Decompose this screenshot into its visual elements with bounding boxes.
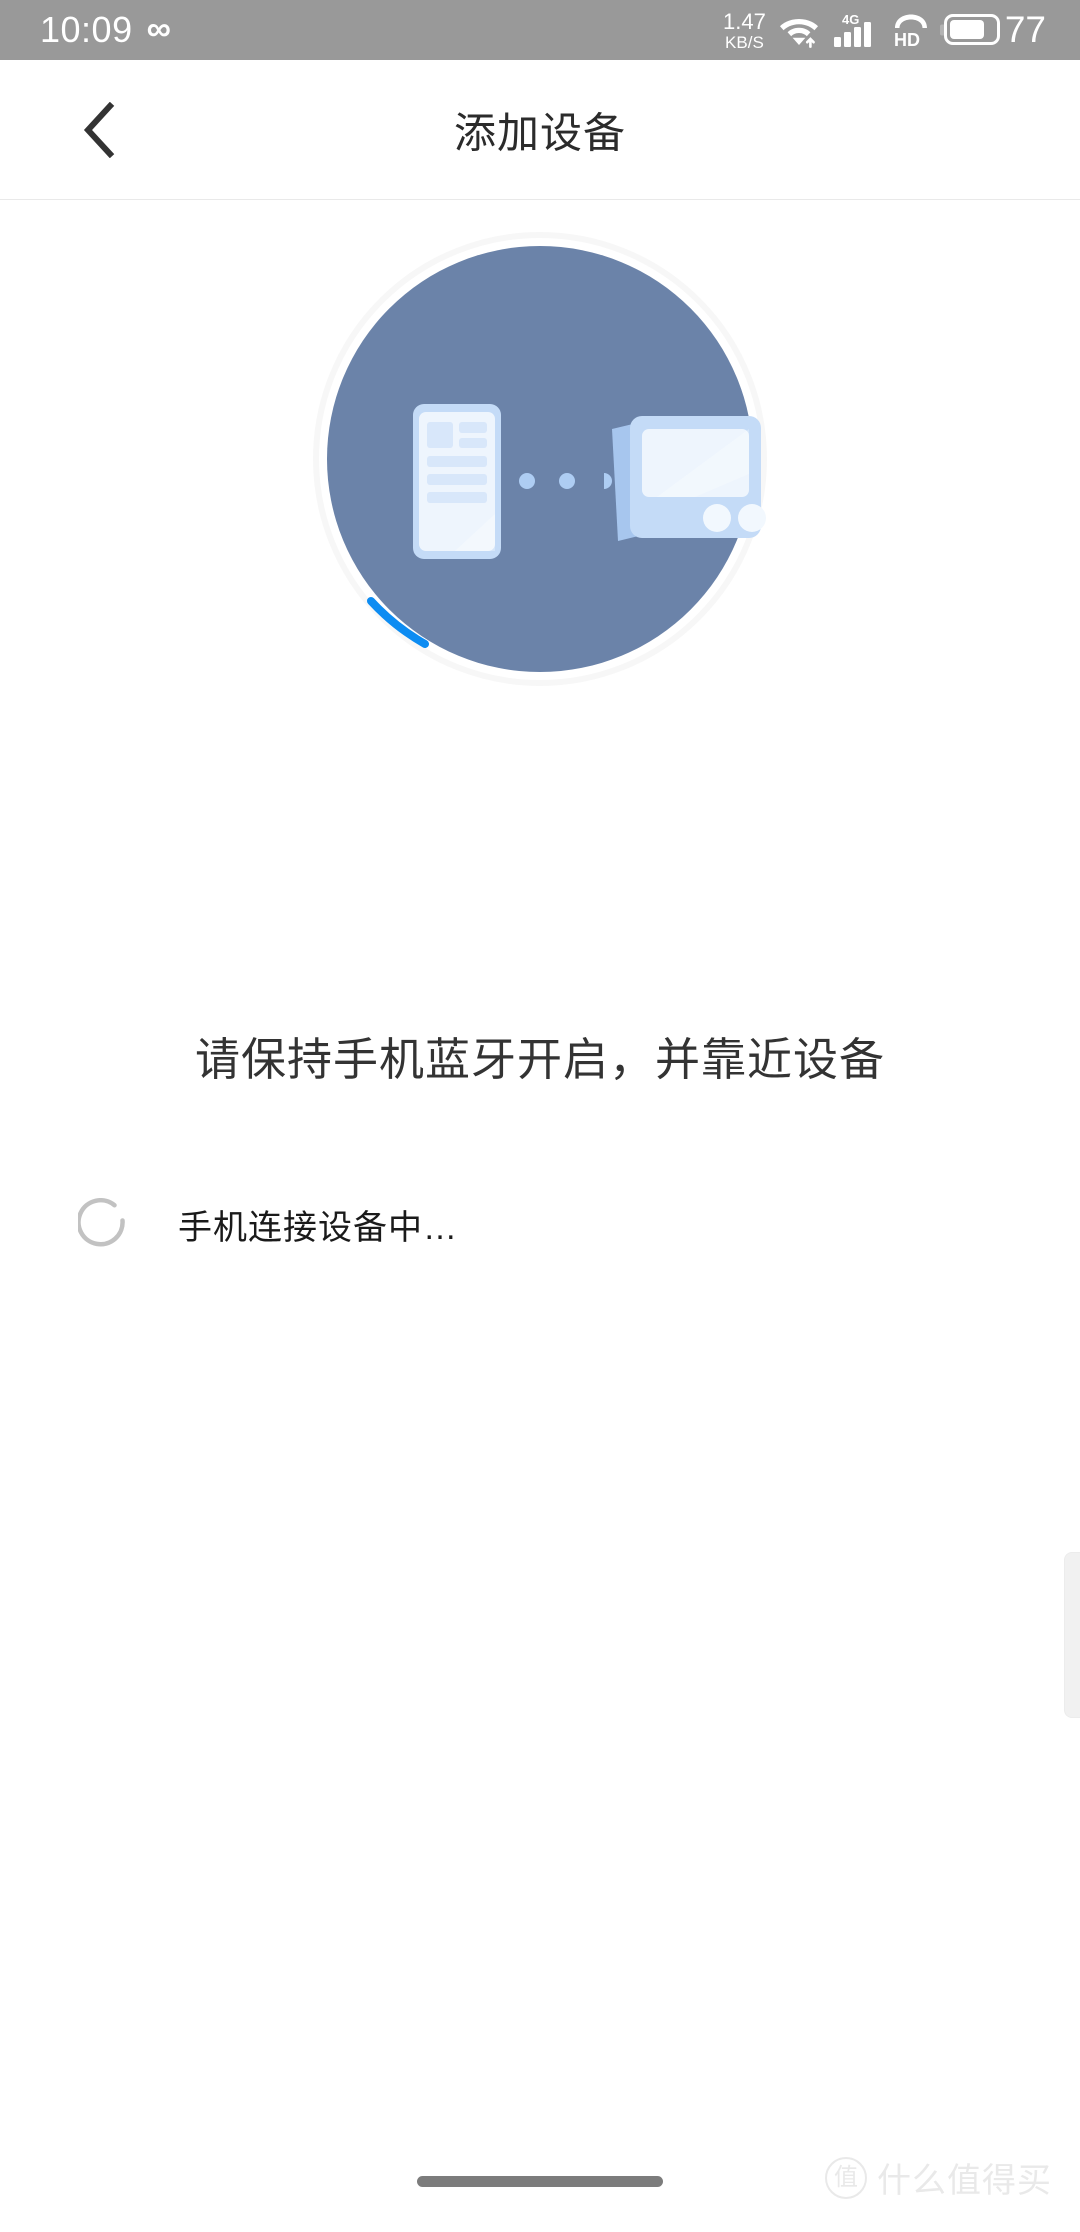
watermark-badge: 值 <box>825 2156 867 2199</box>
scrollbar[interactable] <box>1064 1552 1080 1718</box>
phone-icon <box>413 404 501 559</box>
battery-icon <box>943 14 1000 46</box>
status-bar-right: 1.47 KB/S 4G HD 77 <box>723 9 1046 52</box>
signal-bars-icon: 4G <box>832 11 878 49</box>
device-screen-icon <box>612 416 766 541</box>
pairing-illustration <box>305 224 775 694</box>
network-speed-value: 1.47 <box>723 9 766 35</box>
battery-percent: 77 <box>1004 9 1046 51</box>
app-header: 添加设备 <box>0 60 1080 200</box>
connection-status-text: 手机连接设备中… <box>178 1208 458 1247</box>
home-indicator[interactable] <box>417 2176 663 2187</box>
svg-text:HD: HD <box>894 30 920 49</box>
connection-dot-2 <box>559 473 575 489</box>
pairing-illustration-svg <box>313 232 767 686</box>
network-speed-indicator: 1.47 KB/S <box>723 9 766 52</box>
battery-fill <box>949 20 984 40</box>
battery-indicator: 77 <box>943 9 1046 51</box>
wifi-icon <box>779 12 819 48</box>
infinity-icon: ∞ <box>146 10 171 48</box>
loading-spinner-icon <box>78 1198 130 1250</box>
connection-status-row: 手机连接设备中… <box>78 1198 458 1250</box>
status-bar: 10:09 ∞ 1.47 KB/S 4G HD 77 <box>0 0 1080 60</box>
network-speed-unit: KB/S <box>725 32 764 52</box>
bluetooth-hint-text: 请保持手机蓝牙开启，并靠近设备 <box>194 1034 885 1085</box>
status-bar-clock: 10:09 <box>40 9 133 50</box>
connection-dot-1 <box>519 473 535 489</box>
watermark: 值 什么值得买 <box>825 2153 1052 2202</box>
page-title: 添加设备 <box>453 109 626 156</box>
status-bar-left: 10:09 ∞ <box>40 12 171 48</box>
svg-text:4G: 4G <box>842 12 859 27</box>
watermark-text: 什么值得买 <box>877 2162 1052 2200</box>
volte-hd-icon: HD <box>891 11 931 49</box>
